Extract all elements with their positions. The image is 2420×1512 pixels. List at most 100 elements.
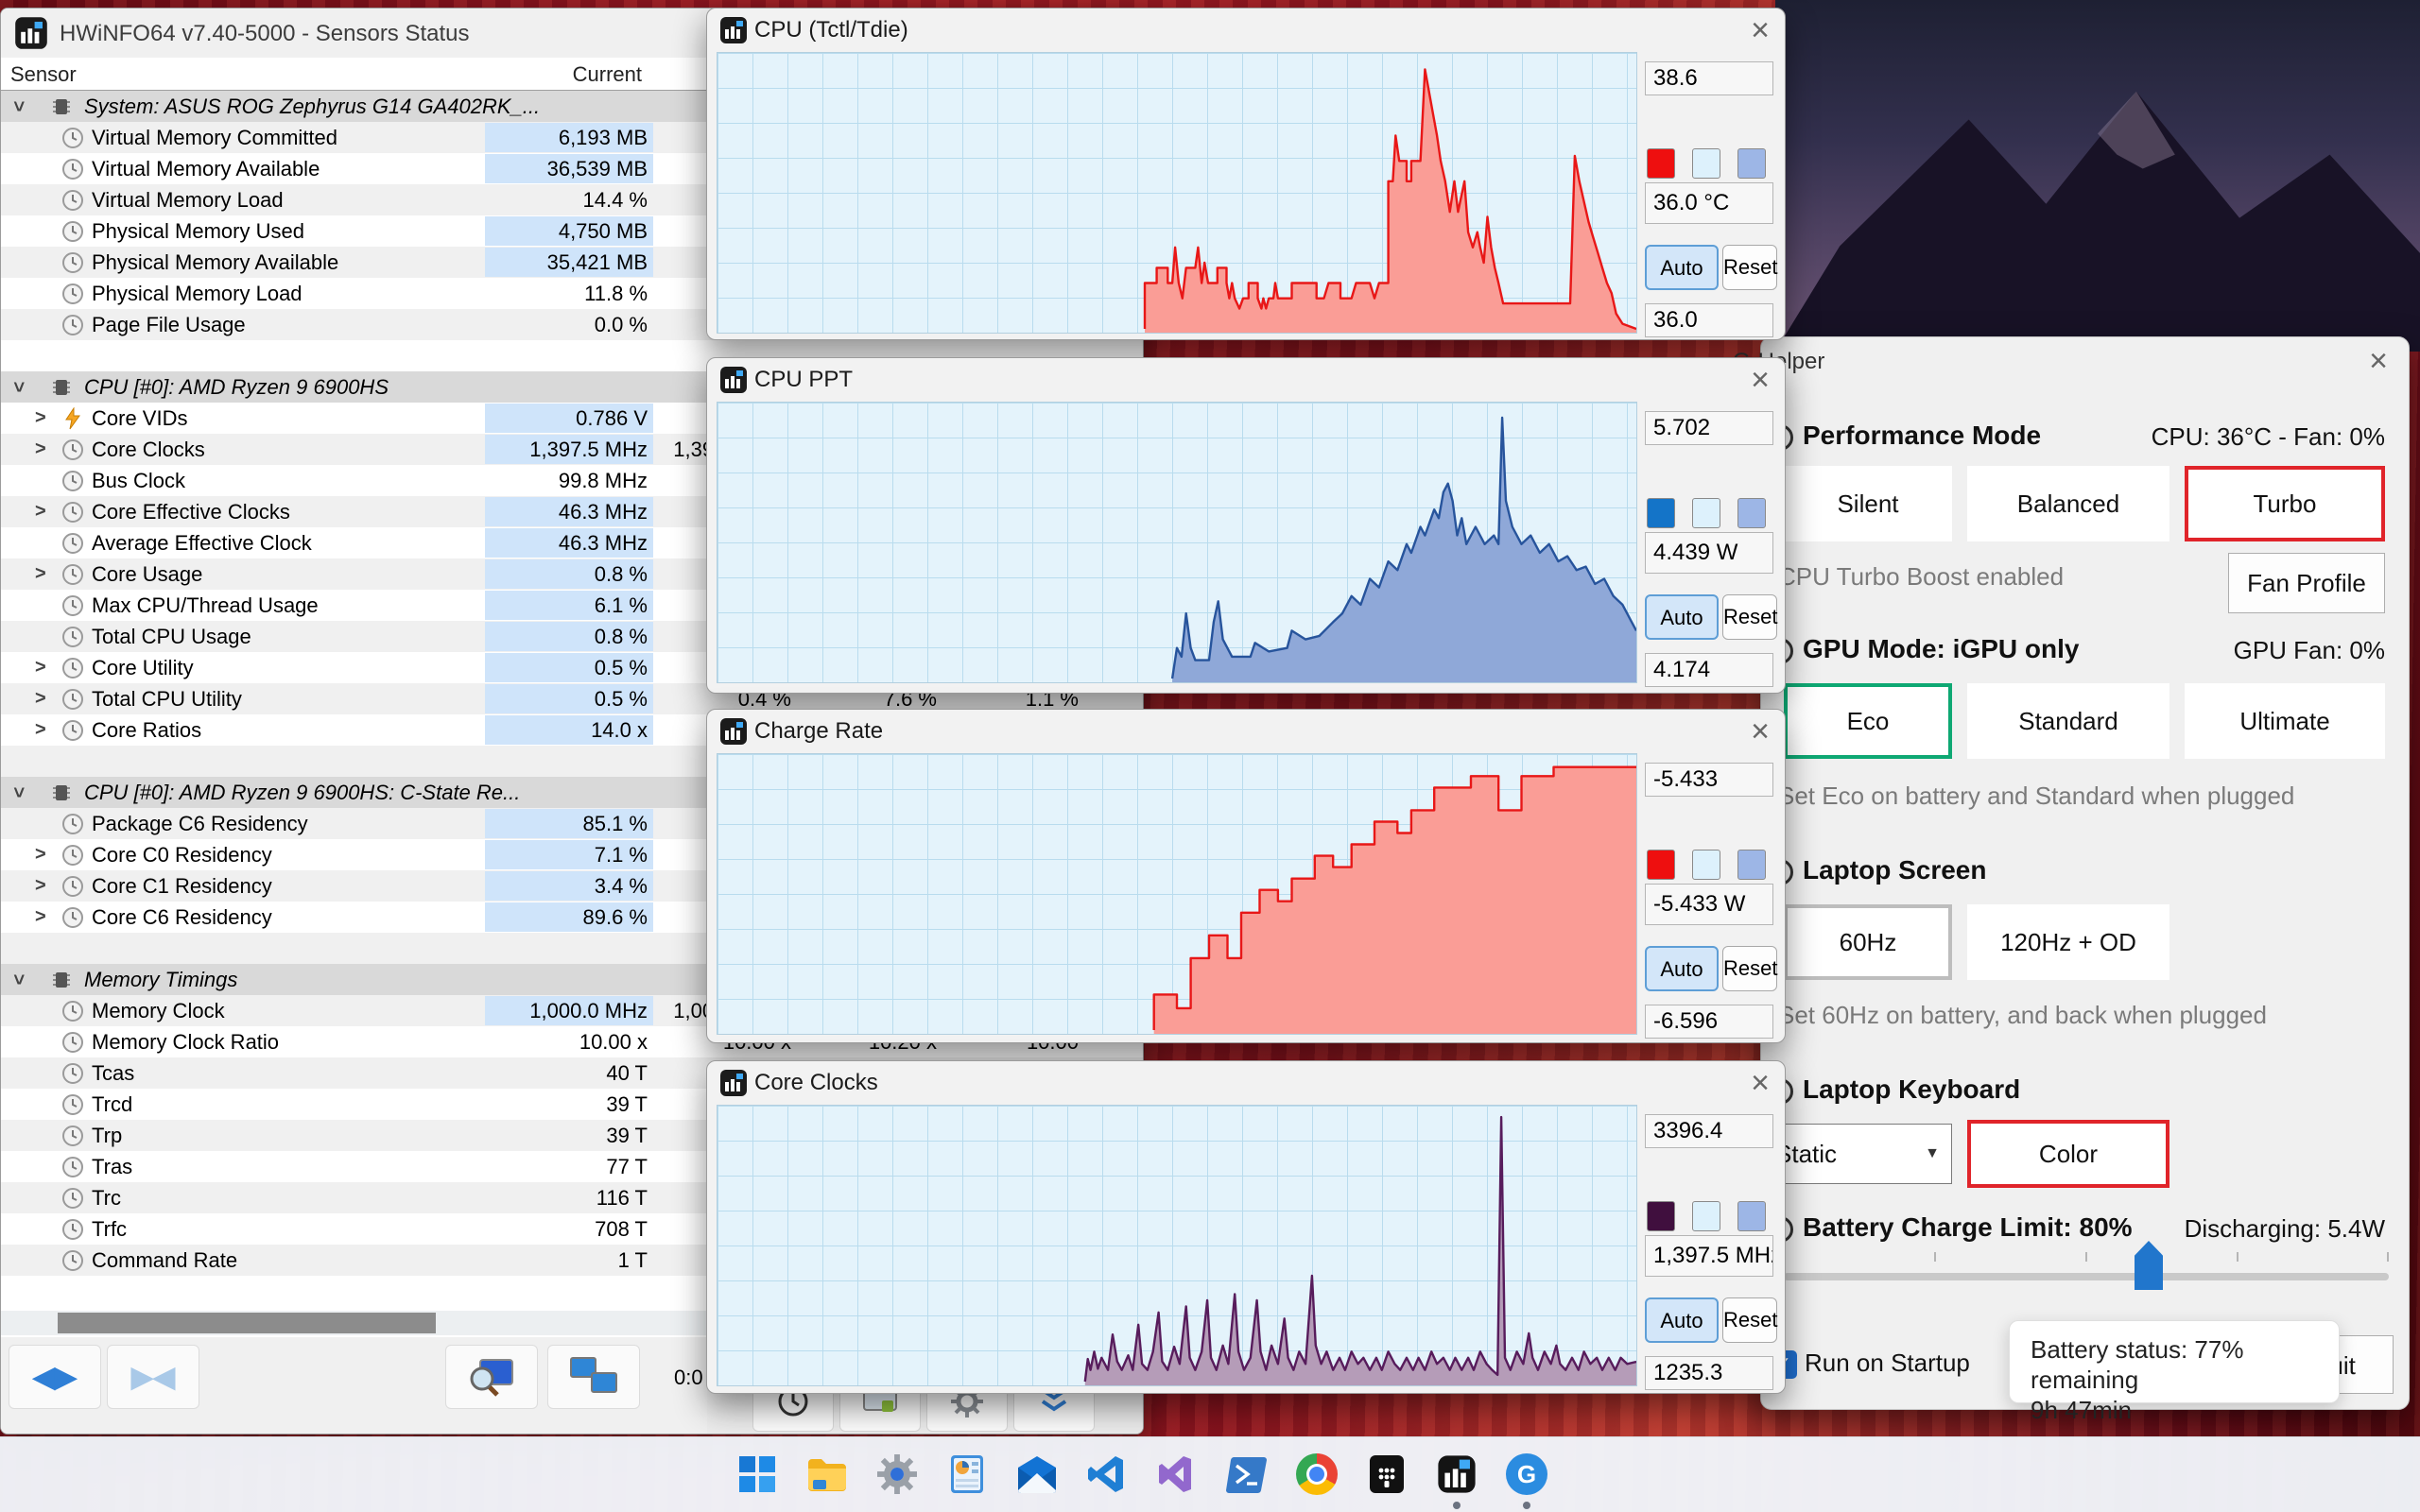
grid-color-swatch[interactable] bbox=[1737, 850, 1766, 880]
background-color-swatch[interactable] bbox=[1692, 498, 1720, 528]
monitor-zoom-button[interactable] bbox=[445, 1345, 538, 1409]
column-header-sensor[interactable]: Sensor bbox=[10, 62, 77, 87]
sensor-current-value: 0.786 V bbox=[485, 404, 653, 433]
taskbar-icon-start[interactable] bbox=[732, 1449, 783, 1500]
chevron-right-icon[interactable]: > bbox=[35, 403, 46, 434]
taskbar-icon-explorer[interactable] bbox=[802, 1449, 853, 1500]
graph-close-icon[interactable]: × bbox=[1751, 14, 1770, 46]
gpu-mode-standard-button[interactable]: Standard bbox=[1967, 683, 2169, 759]
chevron-down-icon[interactable]: > bbox=[2, 787, 33, 799]
gpu-mode-eco-button[interactable]: Eco bbox=[1784, 683, 1952, 759]
auto-fit-button[interactable]: Auto Fit bbox=[1645, 594, 1719, 673]
remote-monitors-button[interactable] bbox=[547, 1345, 640, 1409]
screen-60hz-button[interactable]: 60Hz bbox=[1784, 904, 1952, 980]
chevron-down-icon[interactable]: > bbox=[2, 101, 33, 112]
graph-plot-area[interactable] bbox=[717, 402, 1637, 683]
taskbar-icon-monitor-app[interactable] bbox=[942, 1449, 993, 1500]
expand-columns-button[interactable]: ◀▶ bbox=[9, 1345, 101, 1409]
sensor-current-value: 0.5 % bbox=[485, 653, 653, 682]
chevron-right-icon[interactable]: > bbox=[35, 714, 46, 746]
chevron-right-icon[interactable]: > bbox=[35, 434, 46, 465]
auto-fit-button[interactable]: Auto Fit bbox=[1645, 946, 1719, 1024]
chevron-right-icon[interactable]: > bbox=[35, 652, 46, 683]
graph-close-icon[interactable]: × bbox=[1751, 1067, 1770, 1099]
graph-current-value[interactable]: 36.0 °C bbox=[1645, 182, 1773, 224]
graph-min-value[interactable]: 4.174 bbox=[1645, 653, 1773, 687]
taskbar-icon-mail[interactable] bbox=[1011, 1449, 1063, 1500]
chevron-down-icon[interactable]: > bbox=[2, 382, 33, 393]
graph-max-value[interactable]: 3396.4 bbox=[1645, 1114, 1773, 1148]
clock-icon bbox=[62, 845, 83, 866]
background-color-swatch[interactable] bbox=[1692, 850, 1720, 880]
graph-current-value[interactable]: -5.433 W bbox=[1645, 884, 1773, 925]
background-color-swatch[interactable] bbox=[1692, 148, 1720, 179]
reset-button[interactable]: Reset bbox=[1722, 245, 1777, 290]
sensor-label: Max CPU/Thread Usage bbox=[92, 593, 319, 617]
graph-max-value[interactable]: 5.702 bbox=[1645, 411, 1773, 445]
scrollbar-thumb[interactable] bbox=[58, 1313, 436, 1333]
chevron-down-icon[interactable]: > bbox=[2, 974, 33, 986]
chevron-right-icon[interactable]: > bbox=[35, 870, 46, 902]
gpu-mode-ultimate-button[interactable]: Ultimate bbox=[2185, 683, 2385, 759]
graph-max-value[interactable]: 38.6 bbox=[1645, 61, 1773, 95]
reset-button[interactable]: Reset bbox=[1722, 1297, 1777, 1343]
background-color-swatch[interactable] bbox=[1692, 1201, 1720, 1231]
clock-icon bbox=[61, 1062, 84, 1085]
chevron-right-icon[interactable]: > bbox=[35, 496, 46, 527]
taskbar-icon-vscode[interactable] bbox=[1081, 1449, 1132, 1500]
graph-max-value[interactable]: -5.433 bbox=[1645, 763, 1773, 797]
collapse-columns-button[interactable]: ▶◀ bbox=[107, 1345, 199, 1409]
perf-mode-silent-button[interactable]: Silent bbox=[1784, 466, 1952, 541]
clock-icon bbox=[62, 876, 83, 897]
chevron-right-icon[interactable]: > bbox=[35, 839, 46, 870]
perf-mode-turbo-button[interactable]: Turbo bbox=[2185, 466, 2385, 541]
chevron-right-icon[interactable]: > bbox=[35, 683, 46, 714]
grid-color-swatch[interactable] bbox=[1737, 1201, 1766, 1231]
auto-fit-button[interactable]: Auto Fit bbox=[1645, 1297, 1719, 1376]
clock-icon bbox=[62, 471, 83, 491]
chevron-right-icon[interactable]: > bbox=[35, 902, 46, 933]
graph-min-value[interactable]: 1235.3 bbox=[1645, 1356, 1773, 1390]
desktop: HWiNFO64 v7.40-5000 - Sensors Status Sen… bbox=[0, 0, 2420, 1512]
graph-plot-area[interactable] bbox=[717, 1105, 1637, 1386]
grid-color-swatch[interactable] bbox=[1737, 498, 1766, 528]
sensor-current-value: 36,539 MB bbox=[485, 154, 653, 183]
keyboard-mode-dropdown[interactable]: Static ▼ bbox=[1761, 1124, 1952, 1184]
series-color-swatch[interactable] bbox=[1647, 850, 1675, 880]
taskbar-icon-settings[interactable] bbox=[872, 1449, 923, 1500]
graph-plot-area[interactable] bbox=[717, 52, 1637, 334]
graph-plot-area[interactable] bbox=[717, 753, 1637, 1035]
wallpaper-mountain bbox=[1775, 0, 2420, 352]
series-color-swatch[interactable] bbox=[1647, 1201, 1675, 1231]
keyboard-color-button[interactable]: Color bbox=[1967, 1120, 2169, 1188]
reset-button[interactable]: Reset bbox=[1722, 946, 1777, 991]
reset-button[interactable]: Reset bbox=[1722, 594, 1777, 640]
taskbar-icon-hwinfo[interactable] bbox=[1431, 1449, 1482, 1500]
graph-current-value[interactable]: 4.439 W bbox=[1645, 532, 1773, 574]
taskbar-icon-ghelper[interactable]: G bbox=[1501, 1449, 1552, 1500]
fan-profile-button[interactable]: Fan Profile bbox=[2228, 553, 2385, 613]
chevron-right-icon[interactable]: > bbox=[35, 558, 46, 590]
graph-min-value[interactable]: 36.0 bbox=[1645, 303, 1773, 337]
grid-color-swatch[interactable] bbox=[1737, 148, 1766, 179]
column-header-current[interactable]: Current bbox=[485, 62, 642, 87]
graph-close-icon[interactable]: × bbox=[1751, 364, 1770, 396]
perf-mode-balanced-button[interactable]: Balanced bbox=[1967, 466, 2169, 541]
slider-handle[interactable] bbox=[2135, 1241, 2163, 1290]
screen-120hz-button[interactable]: 120Hz + OD bbox=[1967, 904, 2169, 980]
clock-icon bbox=[61, 251, 84, 274]
graph-min-value[interactable]: -6.596 bbox=[1645, 1005, 1773, 1039]
taskbar-icon-visual-studio[interactable] bbox=[1151, 1449, 1202, 1500]
clock-icon bbox=[62, 627, 83, 647]
taskbar-icon-powershell[interactable] bbox=[1221, 1449, 1272, 1500]
run-on-startup-label: Run on Startup bbox=[1805, 1349, 1970, 1377]
battery-limit-slider[interactable] bbox=[1784, 1241, 2389, 1290]
graph-close-icon[interactable]: × bbox=[1751, 715, 1770, 747]
graph-current-value[interactable]: 1,397.5 MHz bbox=[1645, 1235, 1773, 1277]
auto-fit-button[interactable]: Auto Fit bbox=[1645, 245, 1719, 323]
taskbar-icon-terminal[interactable] bbox=[1361, 1449, 1412, 1500]
ghelper-close-icon[interactable]: × bbox=[2369, 345, 2388, 377]
series-color-swatch[interactable] bbox=[1647, 148, 1675, 179]
series-color-swatch[interactable] bbox=[1647, 498, 1675, 528]
taskbar-icon-chrome[interactable] bbox=[1291, 1449, 1342, 1500]
